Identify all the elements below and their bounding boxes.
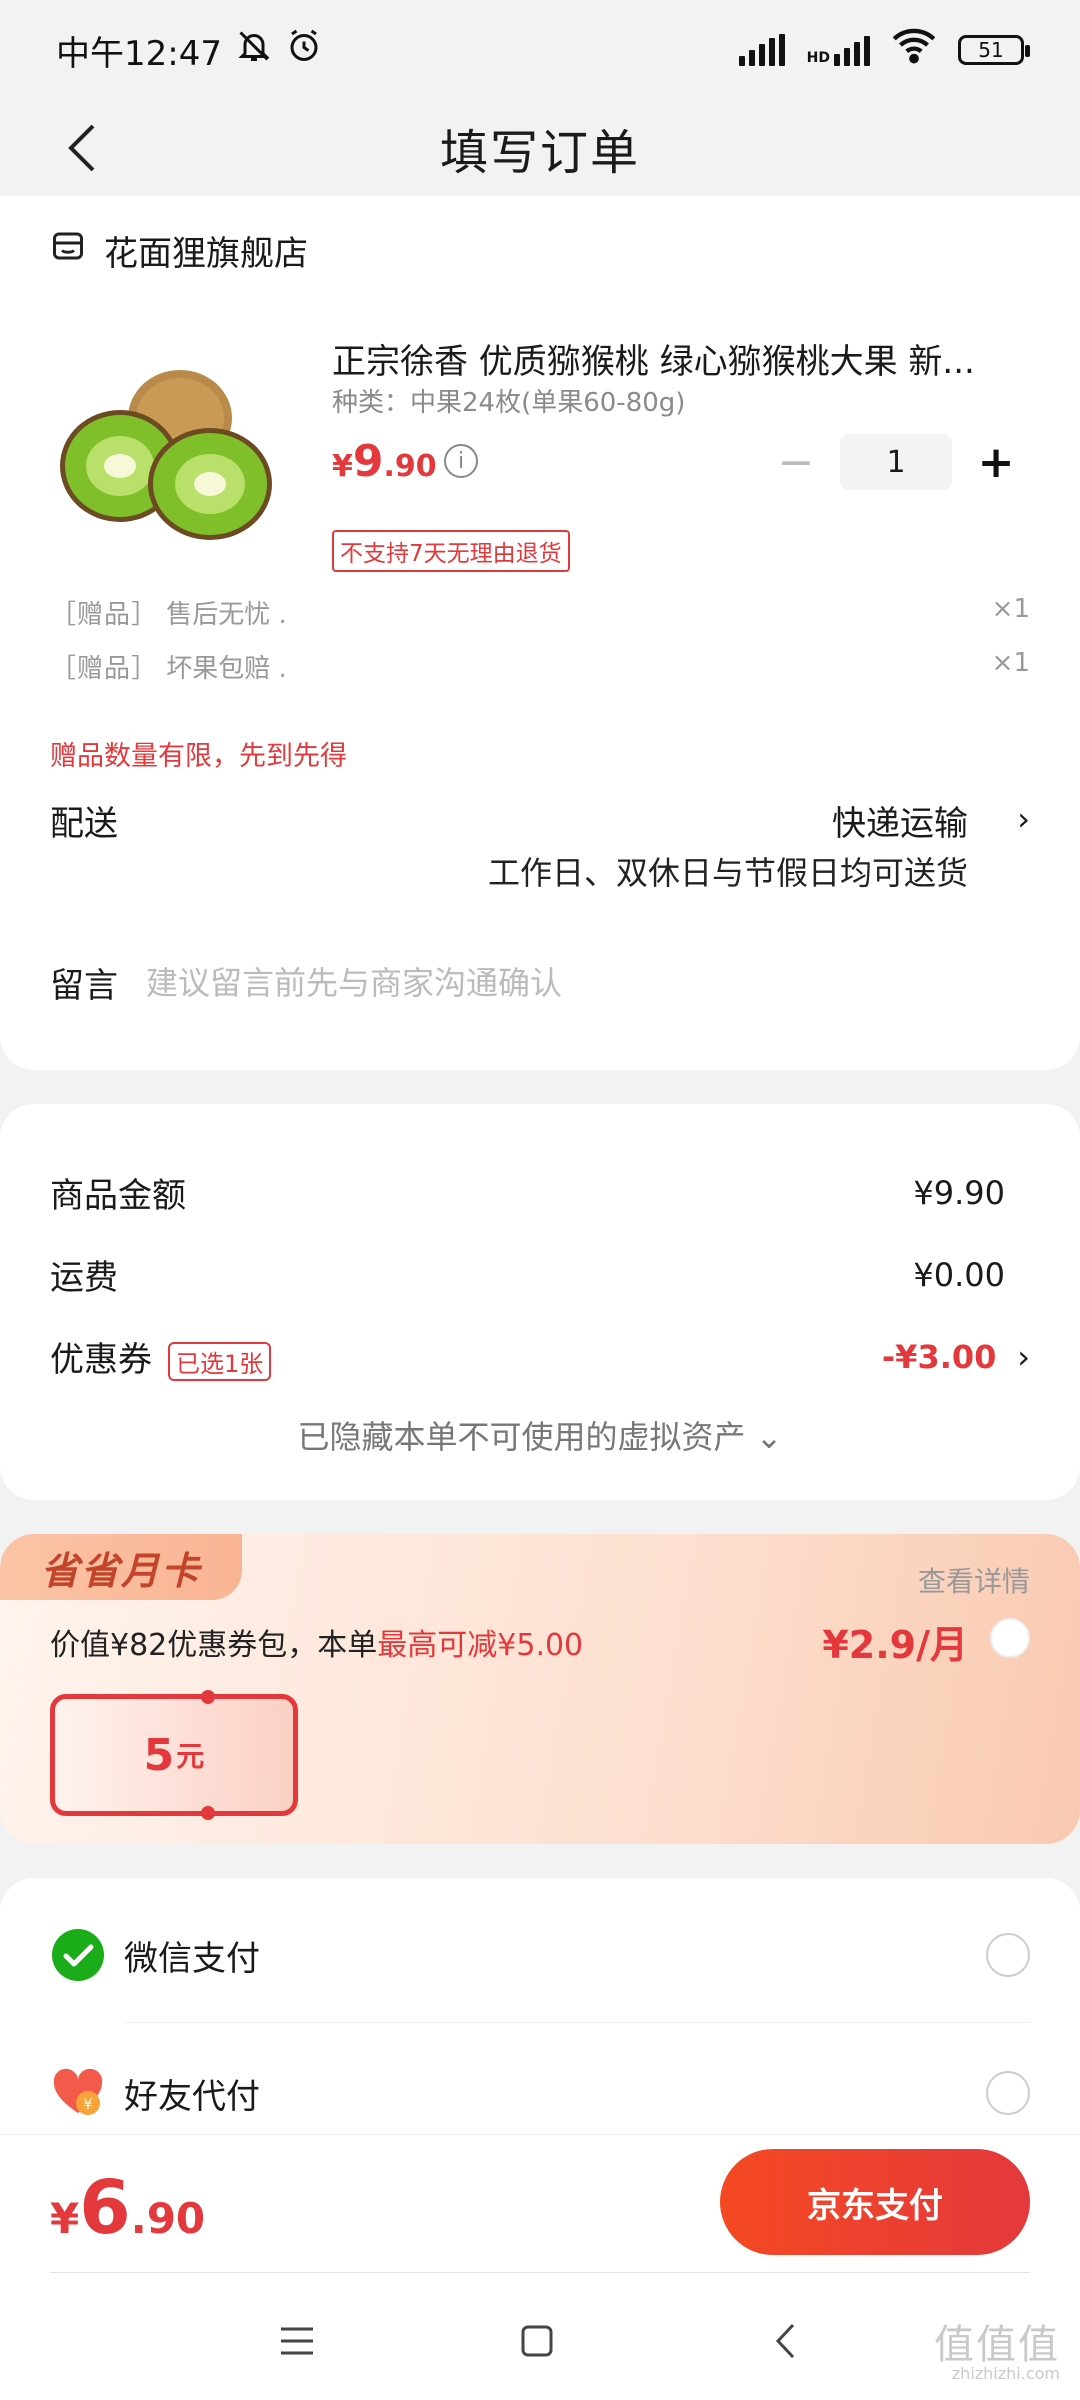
checkout-bar: ¥6.90 京东支付 <box>0 2134 1080 2272</box>
nav-back-icon[interactable] <box>760 2316 810 2366</box>
message-label: 留言 <box>50 966 118 1006</box>
product-price: ¥9.90 <box>332 436 437 487</box>
wifi-icon <box>892 28 936 73</box>
battery-icon: 51 <box>958 35 1030 65</box>
product-spec[interactable]: 种类：中果24枚(单果60-80g) <box>332 382 685 419</box>
divider <box>50 2272 1030 2273</box>
shop-icon <box>50 228 86 273</box>
no-return-tag: 不支持7天无理由退货 <box>332 530 570 572</box>
clock: 中午12:47 <box>56 33 222 74</box>
monthly-card-description: 价值¥82优惠券包，本单最高可减¥5.00 <box>50 1628 584 1663</box>
friend-pay-icon: ¥ <box>50 2065 106 2121</box>
friend-pay-radio[interactable] <box>986 2071 1030 2115</box>
watermark-url: zhizhizhi.com <box>951 2364 1060 2383</box>
coupon-label: 优惠券 <box>50 1340 152 1380</box>
product-title[interactable]: 正宗徐香 优质猕猴桃 绿心猕猴桃大果 新... <box>332 334 1032 383</box>
gift-qty: ×1 <box>991 594 1030 624</box>
product-image[interactable] <box>50 356 300 556</box>
quantity-value[interactable]: 1 <box>840 434 952 490</box>
monthly-card-radio[interactable] <box>990 1618 1030 1658</box>
bell-muted-icon <box>236 28 272 73</box>
goods-amount-value: ¥9.90 <box>913 1173 1005 1212</box>
info-icon[interactable]: i <box>444 444 478 478</box>
gift-note: 赠品数量有限，先到先得 <box>50 741 347 772</box>
shipping-value: ¥0.00 <box>913 1255 1005 1294</box>
order-card: 花面狸旗舰店 正宗徐香 优质猕猴桃 绿心猕猴桃大果 新... 种类：中果24枚(… <box>0 196 1080 1070</box>
shipping-label: 运费 <box>50 1258 118 1298</box>
delivery-value: 快递运输 <box>832 804 968 844</box>
coupon-badge: 已选1张 <box>168 1342 272 1381</box>
message-input[interactable] <box>146 963 846 1002</box>
gift-name: 坏果包赔 . <box>166 654 287 684</box>
quantity-minus-button[interactable]: − <box>766 434 826 490</box>
svg-text:¥: ¥ <box>84 2097 93 2113</box>
friend-pay-label: 好友代付 <box>124 2076 260 2117</box>
delivery-note: 工作日、双休日与节假日均可送货 <box>487 854 968 892</box>
quantity-stepper: − 1 + <box>766 434 1026 490</box>
signal-icon <box>738 34 785 66</box>
watermark-logo: 值值值 <box>934 2322 1060 2368</box>
total-price: ¥6.90 <box>50 2165 206 2251</box>
monthly-card-promo: 省省月卡 查看详情 价值¥82优惠券包，本单最高可减¥5.00 ¥2.9/月 5… <box>0 1534 1080 1844</box>
divider <box>124 2022 1030 2023</box>
header: 填写订单 <box>0 100 1080 196</box>
back-arrow-icon <box>68 124 95 172</box>
gift-name: 售后无忧 . <box>166 600 287 630</box>
gift-item: ［赠品］ 售后无忧 . ×1 <box>50 594 1030 630</box>
system-nav-bar: 值值值 zhizhizhi.com <box>0 2272 1080 2400</box>
alarm-icon <box>286 28 322 73</box>
jd-pay-button[interactable]: 京东支付 <box>720 2149 1030 2255</box>
payment-card: 微信支付 ¥ 好友代付 <box>0 1878 1080 2138</box>
wechat-pay-radio[interactable] <box>986 1933 1030 1977</box>
shop-name: 花面狸旗舰店 <box>104 234 308 274</box>
gift-qty: ×1 <box>991 648 1030 678</box>
gift-item: ［赠品］ 坏果包赔 . ×1 <box>50 648 1030 684</box>
delivery-label: 配送 <box>50 804 118 844</box>
home-icon[interactable] <box>512 2316 562 2366</box>
wechat-pay-icon <box>50 1927 106 1983</box>
goods-amount-label: 商品金额 <box>50 1176 186 1216</box>
status-bar: 中午12:47 HD 51 <box>0 0 1080 100</box>
coupon-ticket: 5元 <box>50 1690 298 1820</box>
coupon-row[interactable]: 优惠券 已选1张 -¥3.00 › <box>50 1332 1030 1381</box>
shop-row[interactable]: 花面狸旗舰店 <box>50 226 308 275</box>
view-details-link[interactable]: 查看详情 <box>918 1560 1030 1600</box>
chevron-right-icon: › <box>1017 1337 1030 1376</box>
payment-option-friend[interactable]: ¥ 好友代付 <box>50 2058 1030 2128</box>
message-row: 留言 <box>50 958 846 1007</box>
wechat-pay-label: 微信支付 <box>124 1938 260 1979</box>
coupon-amount: -¥3.00 <box>881 1337 997 1376</box>
goods-amount-row: 商品金额 ¥9.90 <box>50 1168 1005 1217</box>
back-button[interactable] <box>52 118 112 178</box>
menu-icon[interactable] <box>272 2316 322 2366</box>
quantity-plus-button[interactable]: + <box>966 434 1026 490</box>
shipping-row: 运费 ¥0.00 <box>50 1250 1005 1299</box>
signal-hd-icon: HD <box>807 34 870 66</box>
page-title: 填写订单 <box>439 125 640 181</box>
payment-option-wechat[interactable]: 微信支付 <box>50 1920 1030 1990</box>
monthly-card-price: ¥2.9/月 <box>822 1623 968 1667</box>
chevron-right-icon: › <box>1017 800 1030 838</box>
monthly-card-badge: 省省月卡 <box>0 1534 242 1600</box>
hidden-assets-toggle[interactable]: 已隐藏本单不可使用的虚拟资产 ⌄ <box>0 1412 1080 1458</box>
